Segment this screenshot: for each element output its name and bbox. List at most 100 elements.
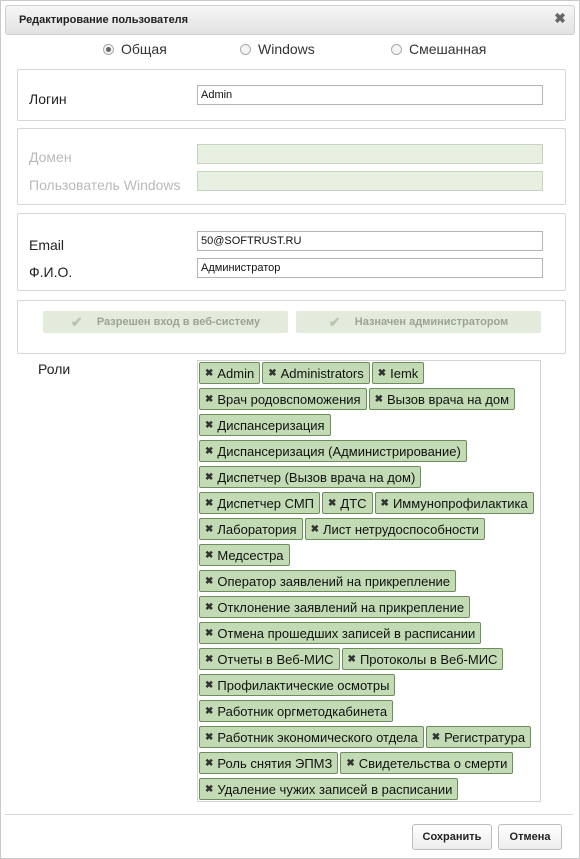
remove-role-icon[interactable]: ✖ (205, 732, 213, 743)
fio-label: Ф.И.О. (29, 264, 73, 280)
role-tag-label: Свидетельства о смерти (358, 755, 508, 771)
role-tag: ✖ Admin (199, 362, 261, 384)
role-tag: ✖ Профилактические осмотры (199, 674, 396, 696)
remove-role-icon[interactable]: ✖ (205, 784, 213, 795)
roles-tags: ✖ Admin ✖ Administrators ✖ Iemk ✖ Врач родовспо… (199, 362, 539, 800)
remove-role-icon[interactable]: ✖ (205, 576, 213, 587)
role-tag-label: Отмена прошедших записей в расписании (217, 625, 476, 641)
role-tag: ✖ Отмена прошедших записей в расписании (199, 622, 482, 644)
radio-dot-icon (103, 43, 114, 55)
role-tag: ✖ Протоколы в Веб-МИС (341, 648, 504, 670)
auth-windows-radio[interactable]: Windows (240, 41, 315, 57)
role-tag: ✖ Диспансеризация (199, 414, 331, 436)
remove-role-icon[interactable]: ✖ (375, 394, 383, 405)
role-tag: ✖ Роль снятия ЭПМЗ (199, 752, 339, 774)
domain-input[interactable] (197, 144, 543, 164)
role-tag-label: Отклонение заявлений на прикрепление (217, 599, 465, 615)
remove-role-icon[interactable]: ✖ (205, 680, 213, 691)
login-panel: Логин (17, 69, 566, 121)
role-tag: ✖ Работник оргметодкабинета (199, 700, 394, 722)
remove-role-icon[interactable]: ✖ (205, 550, 213, 561)
role-tag: ✖ Лаборатория (199, 518, 303, 540)
remove-role-icon[interactable]: ✖ (205, 628, 213, 639)
remove-role-icon[interactable]: ✖ (432, 732, 440, 743)
flags-panel: ✔ Разрешен вход в веб-систему ✔ Назначен… (17, 300, 566, 354)
remove-role-icon[interactable]: ✖ (205, 654, 213, 665)
radio-dot-icon (240, 43, 251, 55)
role-tag-label: Врач родовспоможения (217, 391, 361, 407)
auth-mixed-label: Смешанная (409, 41, 487, 57)
remove-role-icon[interactable]: ✖ (205, 758, 213, 769)
roles-label: Роли (38, 361, 71, 377)
remove-role-icon[interactable]: ✖ (346, 758, 354, 769)
cancel-button[interactable]: Отмена (498, 824, 562, 850)
remove-role-icon[interactable]: ✖ (381, 498, 389, 509)
auth-type-group: Общая Windows Смешанная (1, 41, 579, 61)
role-tag: ✖ Диспансеризация (Администрирование) (199, 440, 467, 462)
remove-role-icon[interactable]: ✖ (378, 368, 386, 379)
email-label: Email (29, 237, 65, 253)
admin-toggle[interactable]: ✔ Назначен администратором (296, 311, 541, 333)
role-tag-label: Иммунопрофилактика (392, 495, 528, 511)
remove-role-icon[interactable]: ✖ (205, 498, 213, 509)
close-icon[interactable]: ✖ (552, 10, 568, 27)
role-tag: ✖ ДТС (322, 492, 373, 514)
save-button[interactable]: Сохранить (412, 824, 492, 850)
role-tag-label: Работник оргметодкабинета (217, 703, 388, 719)
remove-role-icon[interactable]: ✖ (311, 524, 319, 535)
remove-role-icon[interactable]: ✖ (205, 706, 213, 717)
remove-role-icon[interactable]: ✖ (205, 524, 213, 535)
login-input[interactable] (197, 85, 543, 105)
role-tag: ✖ Диспетчер (Вызов врача на дом) (199, 466, 422, 488)
role-tag: ✖ Iemk (371, 362, 425, 384)
role-tag: ✖ Медсестра (199, 544, 290, 566)
remove-role-icon[interactable]: ✖ (205, 394, 213, 405)
auth-mixed-radio[interactable]: Смешанная (391, 41, 486, 57)
role-tag-label: Iemk (390, 365, 419, 381)
remove-role-icon[interactable]: ✖ (205, 420, 213, 431)
fio-input[interactable] (197, 258, 543, 278)
web-access-toggle[interactable]: ✔ Разрешен вход в веб-систему (43, 311, 288, 333)
role-tag: ✖ Работник экономического отдела (199, 726, 424, 748)
role-tag-label: Роль снятия ЭПМЗ (217, 755, 333, 771)
remove-role-icon[interactable]: ✖ (205, 368, 213, 379)
dialog-title: Редактирование пользователя (19, 14, 189, 26)
role-tag-label: Диспансеризация (Администрирование) (217, 443, 461, 459)
remove-role-icon[interactable]: ✖ (268, 368, 276, 379)
remove-role-icon[interactable]: ✖ (205, 446, 213, 457)
role-tag-label: Регистратура (444, 729, 526, 745)
role-tag: ✖ Удаление чужих записей в расписании (199, 778, 459, 800)
email-input[interactable] (197, 231, 543, 251)
role-tag-label: Вызов врача на дом (386, 391, 510, 407)
role-tag-label: Профилактические осмотры (217, 677, 390, 693)
remove-role-icon[interactable]: ✖ (328, 498, 336, 509)
role-tag-label: Отчеты в Веб-МИС (217, 651, 334, 667)
remove-role-icon[interactable]: ✖ (205, 472, 213, 483)
role-tag: ✖ Отчеты в Веб-МИС (199, 648, 340, 670)
role-tag: ✖ Вызов врача на дом (368, 388, 516, 410)
role-tag: ✖ Диспетчер СМП (199, 492, 321, 514)
role-tag-label: Работник экономического отдела (217, 729, 418, 745)
role-tag-label: Удаление чужих записей в расписании (217, 781, 453, 797)
role-tag-label: Медсестра (217, 547, 284, 563)
role-tag: ✖ Лист нетрудоспособности (304, 518, 485, 540)
remove-role-icon[interactable]: ✖ (205, 602, 213, 613)
role-tag-label: Лист нетрудоспособности (322, 521, 479, 537)
role-tag: ✖ Врач родовспоможения (199, 388, 367, 410)
edit-user-dialog: Редактирование пользователя ✖ Общая Wind… (0, 0, 580, 859)
web-access-label: Разрешен вход в веб-систему (96, 316, 261, 328)
roles-list[interactable]: ✖ Admin ✖ Administrators ✖ Iemk ✖ Врач родовспо… (197, 360, 541, 802)
footer-divider (5, 814, 573, 815)
role-tag-label: Admin (217, 365, 255, 381)
domain-label: Домен (29, 149, 72, 165)
windows-user-label: Пользователь Windows (29, 177, 181, 193)
remove-role-icon[interactable]: ✖ (348, 654, 356, 665)
role-tag-label: Диспетчер (Вызов врача на дом) (217, 469, 416, 485)
windows-user-input[interactable] (197, 171, 543, 191)
radio-dot-icon (391, 43, 402, 55)
auth-general-label: Общая (121, 41, 167, 57)
login-label: Логин (29, 91, 67, 107)
contact-panel: Email Ф.И.О. (17, 213, 566, 291)
role-tag-label: Administrators (280, 365, 364, 381)
auth-general-radio[interactable]: Общая (103, 41, 167, 57)
